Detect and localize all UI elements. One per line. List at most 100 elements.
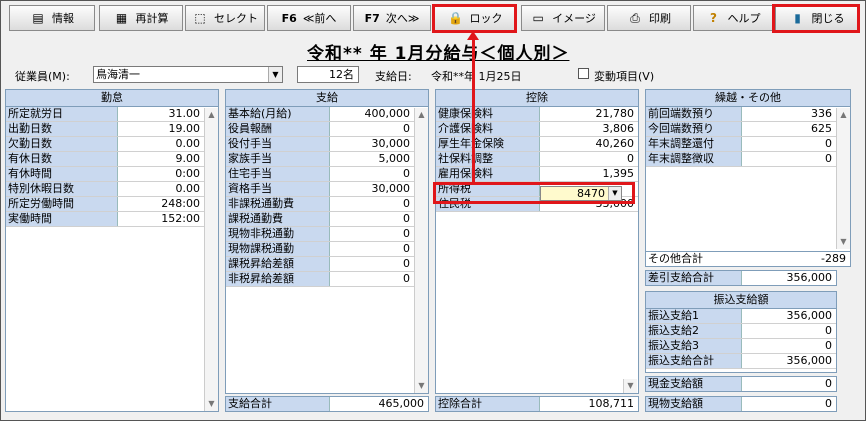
- row-value[interactable]: 3,806: [540, 122, 638, 136]
- transfer-panel: 振込支給額 振込支給1 356,000 振込支給2 0 振込支給3 0 振込支給合計 356,…: [645, 291, 837, 373]
- attendance-panel: 勤怠 所定就労日 31.00 出勤日数 19.00 欠勤日数 0.00 有休日数 9.00 有休…: [5, 89, 219, 412]
- employee-select[interactable]: 鳥海清一 ▼: [93, 66, 283, 83]
- deduction-total-row: 控除合計 108,711: [435, 396, 639, 412]
- deduction-total-value: 108,711: [588, 397, 635, 410]
- scroll-up-icon[interactable]: ▲: [204, 108, 218, 122]
- row-value[interactable]: 248:00: [118, 197, 204, 211]
- scroll-down-icon[interactable]: ▼: [204, 397, 218, 411]
- row-value[interactable]: 356,000: [742, 354, 836, 368]
- table-row: 役員報酬 0: [226, 122, 414, 137]
- row-value[interactable]: 625: [742, 122, 836, 136]
- employee-count: 12名: [297, 66, 359, 83]
- row-label: 特別休暇日数: [6, 182, 118, 196]
- row-label: 前回端数預り: [646, 107, 742, 121]
- row-value[interactable]: 152:00: [118, 212, 204, 226]
- printer-icon: ⎙: [630, 11, 640, 25]
- row-value[interactable]: 9.00: [118, 152, 204, 166]
- select-button[interactable]: ⬚ セレクト: [185, 5, 265, 31]
- row-label: 年末調整還付: [646, 137, 742, 151]
- row-value[interactable]: 30,000: [330, 182, 414, 196]
- row-value[interactable]: 0: [330, 272, 414, 286]
- row-value[interactable]: 40,260: [540, 137, 638, 151]
- row-value[interactable]: 30,000: [330, 137, 414, 151]
- row-value[interactable]: 0: [330, 242, 414, 256]
- variable-items-checkbox[interactable]: [578, 68, 589, 79]
- row-label: 今回端数預り: [646, 122, 742, 136]
- row-label: 実働時間: [6, 212, 118, 226]
- image-button[interactable]: ▭ イメージ: [521, 5, 605, 31]
- carry-scrollbar[interactable]: [836, 122, 850, 235]
- scroll-down-icon[interactable]: ▼: [836, 235, 850, 249]
- scroll-down-icon[interactable]: ▼: [414, 379, 428, 393]
- row-value[interactable]: 400,000: [330, 107, 414, 121]
- row-value[interactable]: 0: [330, 227, 414, 241]
- row-value[interactable]: 5,000: [330, 152, 414, 166]
- annotation-arrow-line: [472, 35, 475, 183]
- row-value[interactable]: 0: [742, 339, 836, 353]
- table-row: 介護保険料 3,806: [436, 122, 638, 137]
- monitor-icon: ▭: [532, 11, 544, 25]
- table-row: 健康保険料 21,780: [436, 107, 638, 122]
- row-label: 非課税通勤費: [226, 197, 330, 211]
- row-label: 振込支給合計: [646, 354, 742, 368]
- row-label: 出勤日数: [6, 122, 118, 136]
- table-row: 振込支給3 0: [646, 339, 836, 354]
- row-value[interactable]: 31.00: [118, 107, 204, 121]
- row-value[interactable]: 19.00: [118, 122, 204, 136]
- row-value[interactable]: 0: [330, 167, 414, 181]
- income-tax-input[interactable]: 8470 ▼: [540, 186, 622, 201]
- table-row: 住宅手当 0: [226, 167, 414, 182]
- scroll-up-icon[interactable]: ▲: [414, 108, 428, 122]
- payment-panel: 支給 基本給(月給) 400,000 役員報酬 0 役付手当 30,000 家族手当 5,00…: [225, 89, 429, 394]
- prev-button[interactable]: F6 ≪前へ: [267, 5, 351, 31]
- row-value[interactable]: 0:00: [118, 167, 204, 181]
- lock-button[interactable]: 🔒 ロック: [433, 5, 517, 31]
- scroll-up-icon[interactable]: ▲: [836, 108, 850, 122]
- row-label: 振込支給2: [646, 324, 742, 338]
- row-label: 現物課税通勤: [226, 242, 330, 256]
- row-value[interactable]: 356,000: [742, 309, 836, 323]
- other-total-row: その他合計 -289: [646, 251, 850, 266]
- row-label: 家族手当: [226, 152, 330, 166]
- row-label: 厚生年金保険: [436, 137, 540, 151]
- row-value[interactable]: 1,395: [540, 167, 638, 181]
- print-button[interactable]: ⎙ 印刷: [607, 5, 691, 31]
- chevron-down-icon[interactable]: ▼: [268, 67, 282, 82]
- row-value[interactable]: 336: [742, 107, 836, 121]
- table-row: 課税昇給差額 0: [226, 257, 414, 272]
- row-value[interactable]: 0: [742, 152, 836, 166]
- row-value[interactable]: 0: [540, 152, 638, 166]
- row-value[interactable]: 0: [742, 137, 836, 151]
- cash-pay-row: 現金支給額 0: [645, 376, 837, 392]
- table-row: 出勤日数 19.00: [6, 122, 204, 137]
- row-value[interactable]: 0: [330, 197, 414, 211]
- row-label: 役付手当: [226, 137, 330, 151]
- row-value[interactable]: 21,780: [540, 107, 638, 121]
- row-label: 欠勤日数: [6, 137, 118, 151]
- row-value[interactable]: 0.00: [118, 182, 204, 196]
- help-button[interactable]: ? ヘルプ: [693, 5, 773, 31]
- table-row: 所定就労日 31.00: [6, 107, 204, 122]
- row-value[interactable]: 0.00: [118, 137, 204, 151]
- close-button[interactable]: ▮ 閉じる: [775, 5, 859, 31]
- info-button[interactable]: ▤ 情報: [9, 5, 95, 31]
- scroll-down-icon[interactable]: ▼: [623, 379, 637, 393]
- table-row: 非課税通勤費 0: [226, 197, 414, 212]
- row-label: 年末調整徴収: [646, 152, 742, 166]
- row-value[interactable]: 0: [330, 257, 414, 271]
- recalc-button[interactable]: ▦ 再計算: [99, 5, 183, 31]
- other-total-value: -289: [742, 252, 850, 266]
- question-icon: ?: [710, 11, 717, 25]
- row-label: 基本給(月給): [226, 107, 330, 121]
- table-row: 所定労働時間 248:00: [6, 197, 204, 212]
- next-button[interactable]: F7 次へ≫: [353, 5, 431, 31]
- row-value[interactable]: 0: [330, 212, 414, 226]
- attendance-scrollbar[interactable]: [204, 122, 218, 397]
- payment-scrollbar[interactable]: [414, 122, 428, 379]
- row-label: 雇用保険料: [436, 167, 540, 181]
- row-value[interactable]: 0: [330, 122, 414, 136]
- row-value[interactable]: 0: [742, 324, 836, 338]
- payroll-window: ▤ 情報 ▦ 再計算 ⬚ セレクト F6 ≪前へ F7 次へ≫ 🔒 ロック ▭ …: [0, 0, 866, 421]
- chevron-down-icon[interactable]: ▼: [608, 187, 621, 200]
- table-row: 振込支給合計 356,000: [646, 354, 836, 369]
